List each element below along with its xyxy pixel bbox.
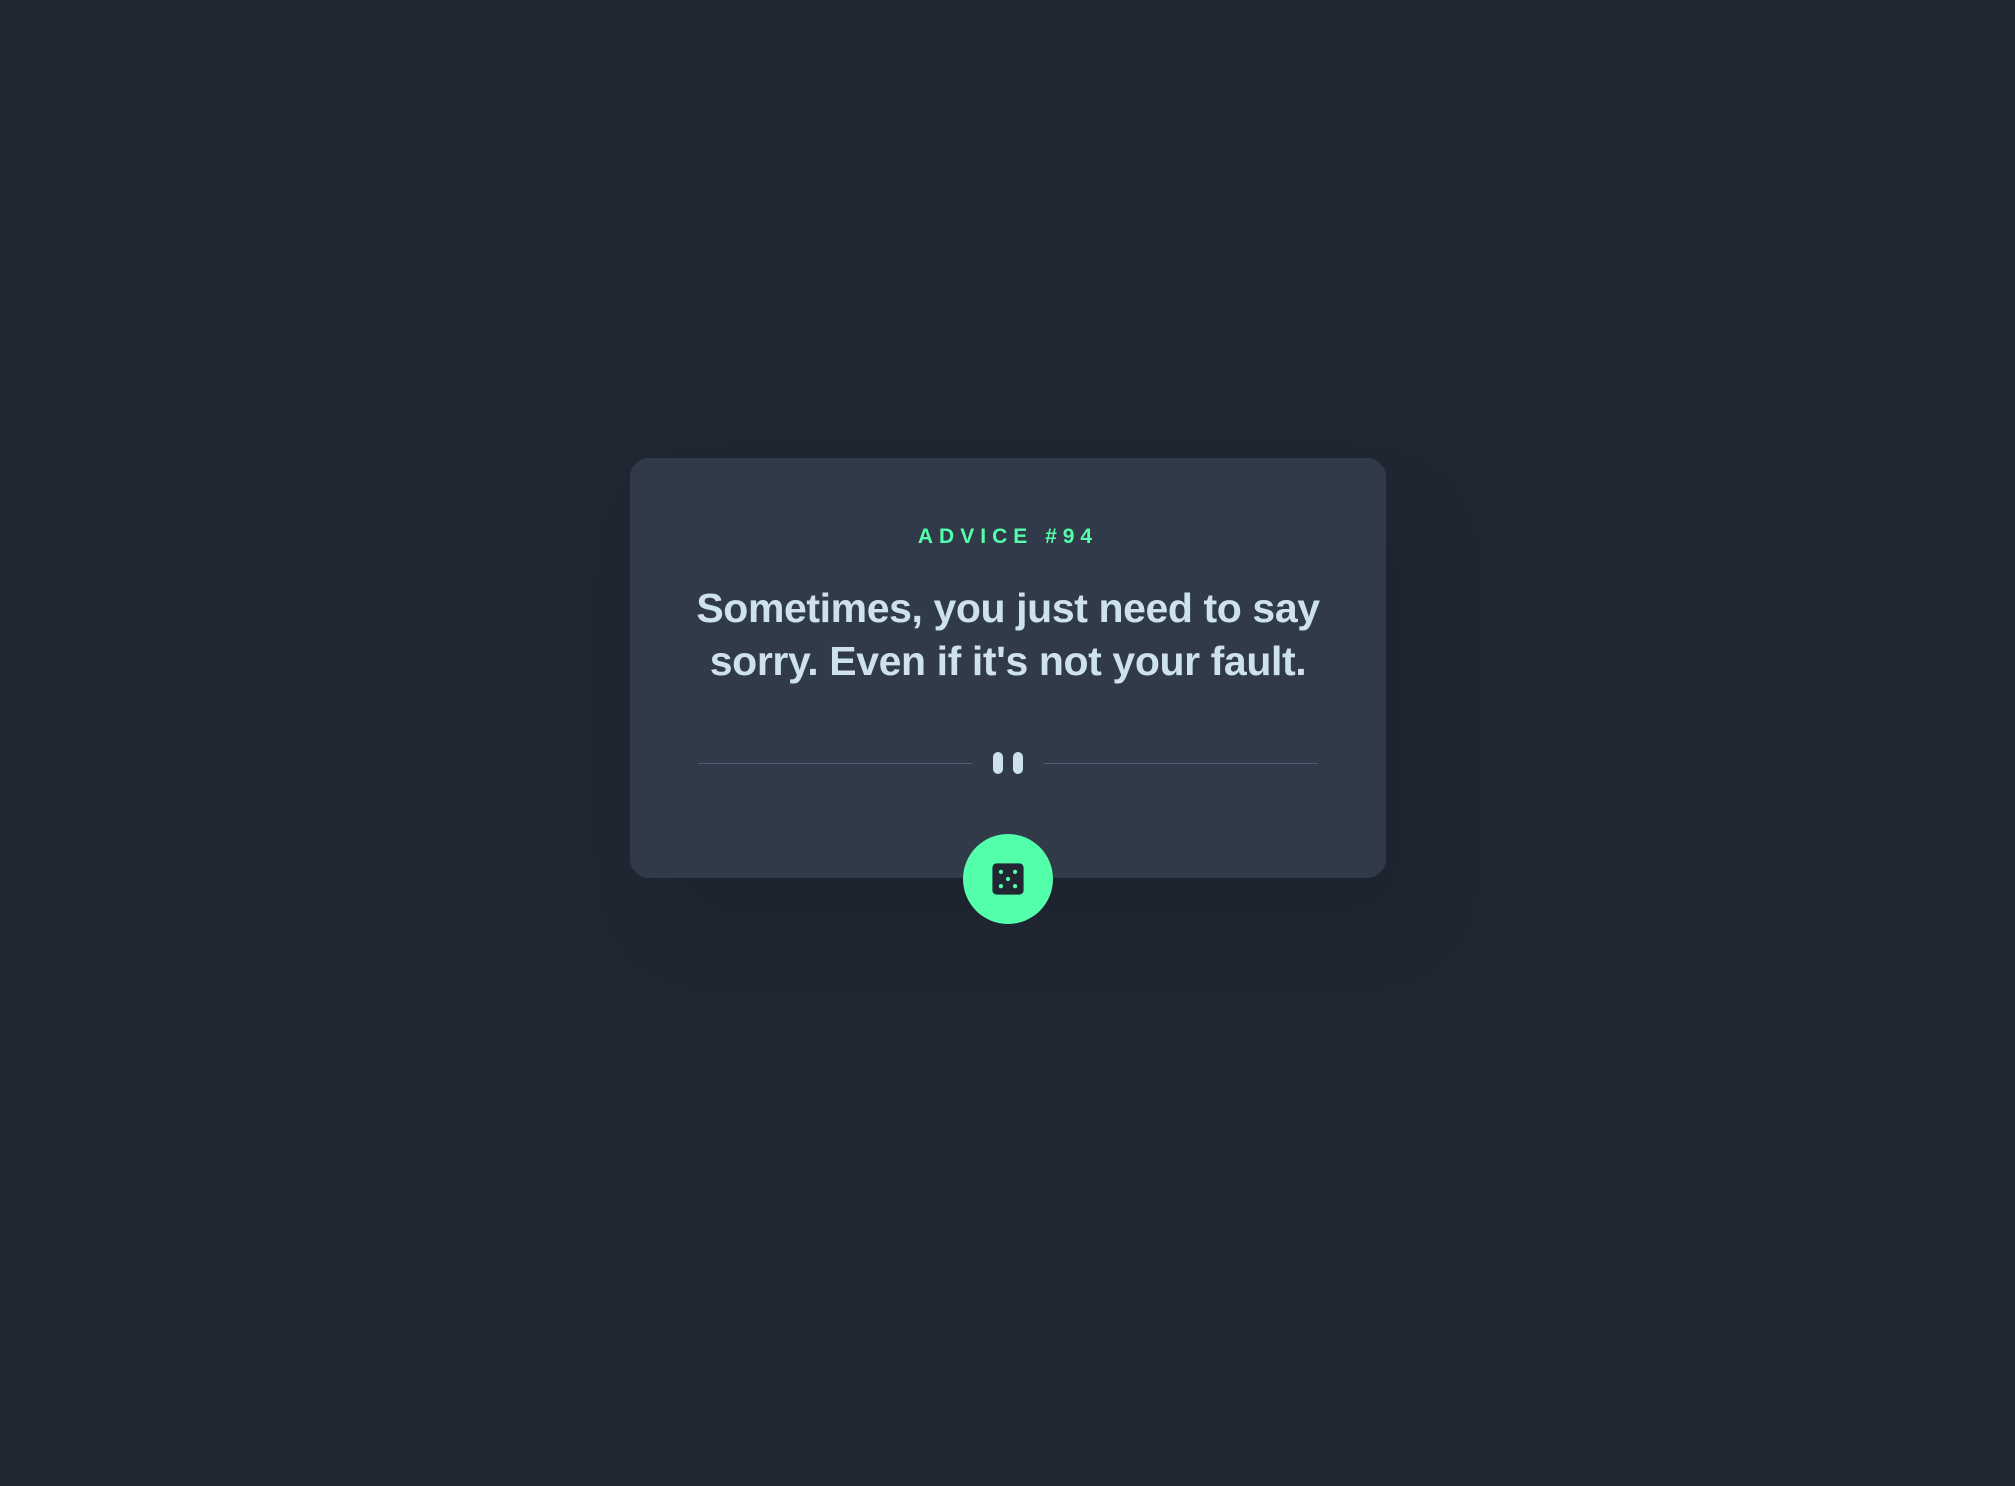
page: ADVICE #94 Sometimes, you just need to s…: [0, 0, 2015, 1486]
pause-bar-right: [1013, 752, 1023, 774]
divider: [698, 748, 1318, 778]
pause-bar-left: [993, 752, 1003, 774]
advice-card: ADVICE #94 Sometimes, you just need to s…: [630, 458, 1386, 878]
new-advice-button[interactable]: [963, 834, 1053, 924]
advice-quote: Sometimes, you just need to say sorry. E…: [696, 585, 1320, 684]
pause-icon: [980, 748, 1036, 778]
divider-line-left: [698, 762, 972, 764]
dice-icon: [992, 863, 1024, 895]
advice-id-label: ADVICE #94: [917, 525, 1099, 548]
divider-line-right: [1044, 762, 1318, 764]
